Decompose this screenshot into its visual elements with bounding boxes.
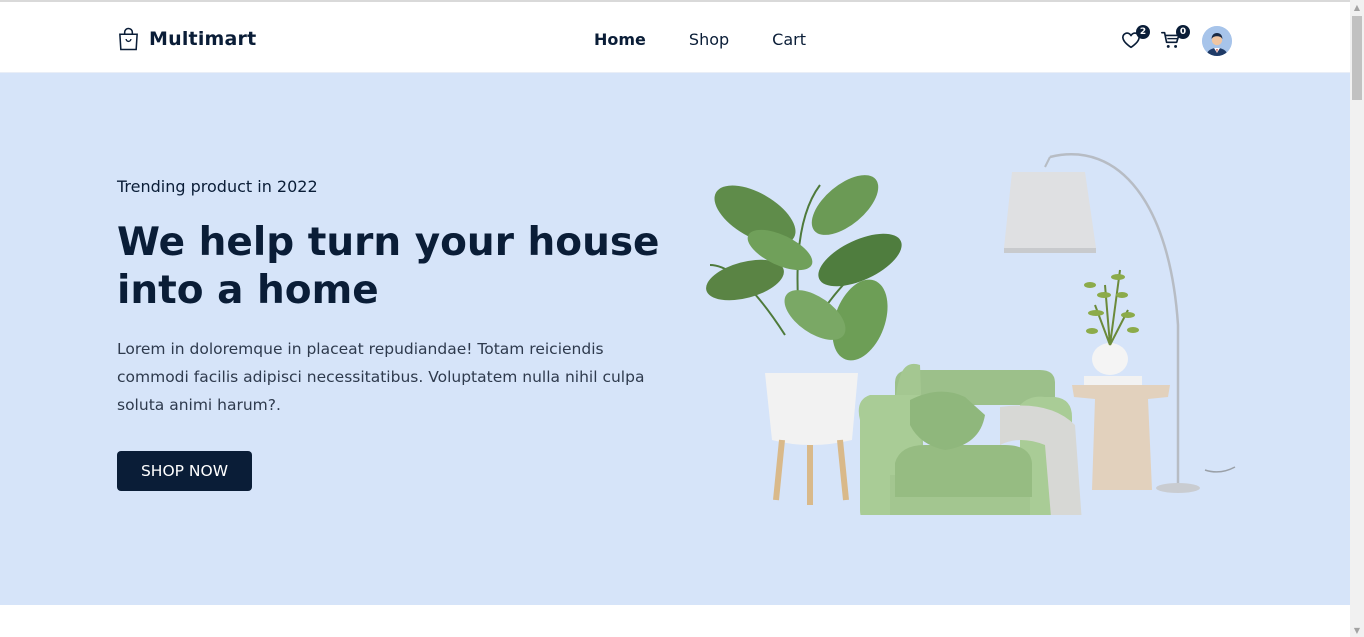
site-header: Multimart Home Shop Cart 2 0 — [0, 2, 1350, 73]
lamp-shade — [1004, 172, 1096, 248]
brand-name: Multimart — [149, 28, 257, 50]
cart-button[interactable]: 0 — [1160, 25, 1190, 53]
hero-headline: We help turn your house into a home — [117, 220, 660, 313]
hero-furniture-image — [706, 153, 1236, 515]
hero-description: Lorem in doloremque in placeat repudiand… — [117, 340, 645, 414]
shop-now-button[interactable]: SHOP NOW — [117, 451, 252, 491]
side-table — [1072, 385, 1170, 490]
hero-subtitle: Trending product in 2022 — [117, 177, 318, 196]
nav-home[interactable]: Home — [594, 30, 646, 49]
brand[interactable]: Multimart — [117, 26, 256, 52]
wishlist-count-badge: 2 — [1136, 25, 1150, 39]
header-actions: 2 0 — [1118, 24, 1238, 64]
scroll-thumb[interactable] — [1352, 16, 1362, 100]
nav-cart[interactable]: Cart — [772, 30, 806, 49]
armchair — [858, 363, 1082, 515]
scroll-up-arrow-icon[interactable]: ▲ — [1350, 0, 1364, 14]
vertical-scrollbar[interactable]: ▲ ▼ — [1350, 0, 1364, 637]
cart-count-badge: 0 — [1176, 25, 1190, 39]
lamp-base — [1156, 483, 1200, 493]
scroll-down-arrow-icon[interactable]: ▼ — [1350, 623, 1364, 637]
wishlist-button[interactable]: 2 — [1120, 25, 1150, 53]
main-nav: Home Shop Cart — [594, 30, 806, 49]
shopping-bag-icon — [119, 27, 138, 51]
page-content-below — [0, 605, 1350, 637]
user-avatar-icon[interactable] — [1202, 26, 1232, 56]
nav-shop[interactable]: Shop — [689, 30, 729, 49]
hero-section: Trending product in 2022 We help turn yo… — [0, 73, 1350, 605]
